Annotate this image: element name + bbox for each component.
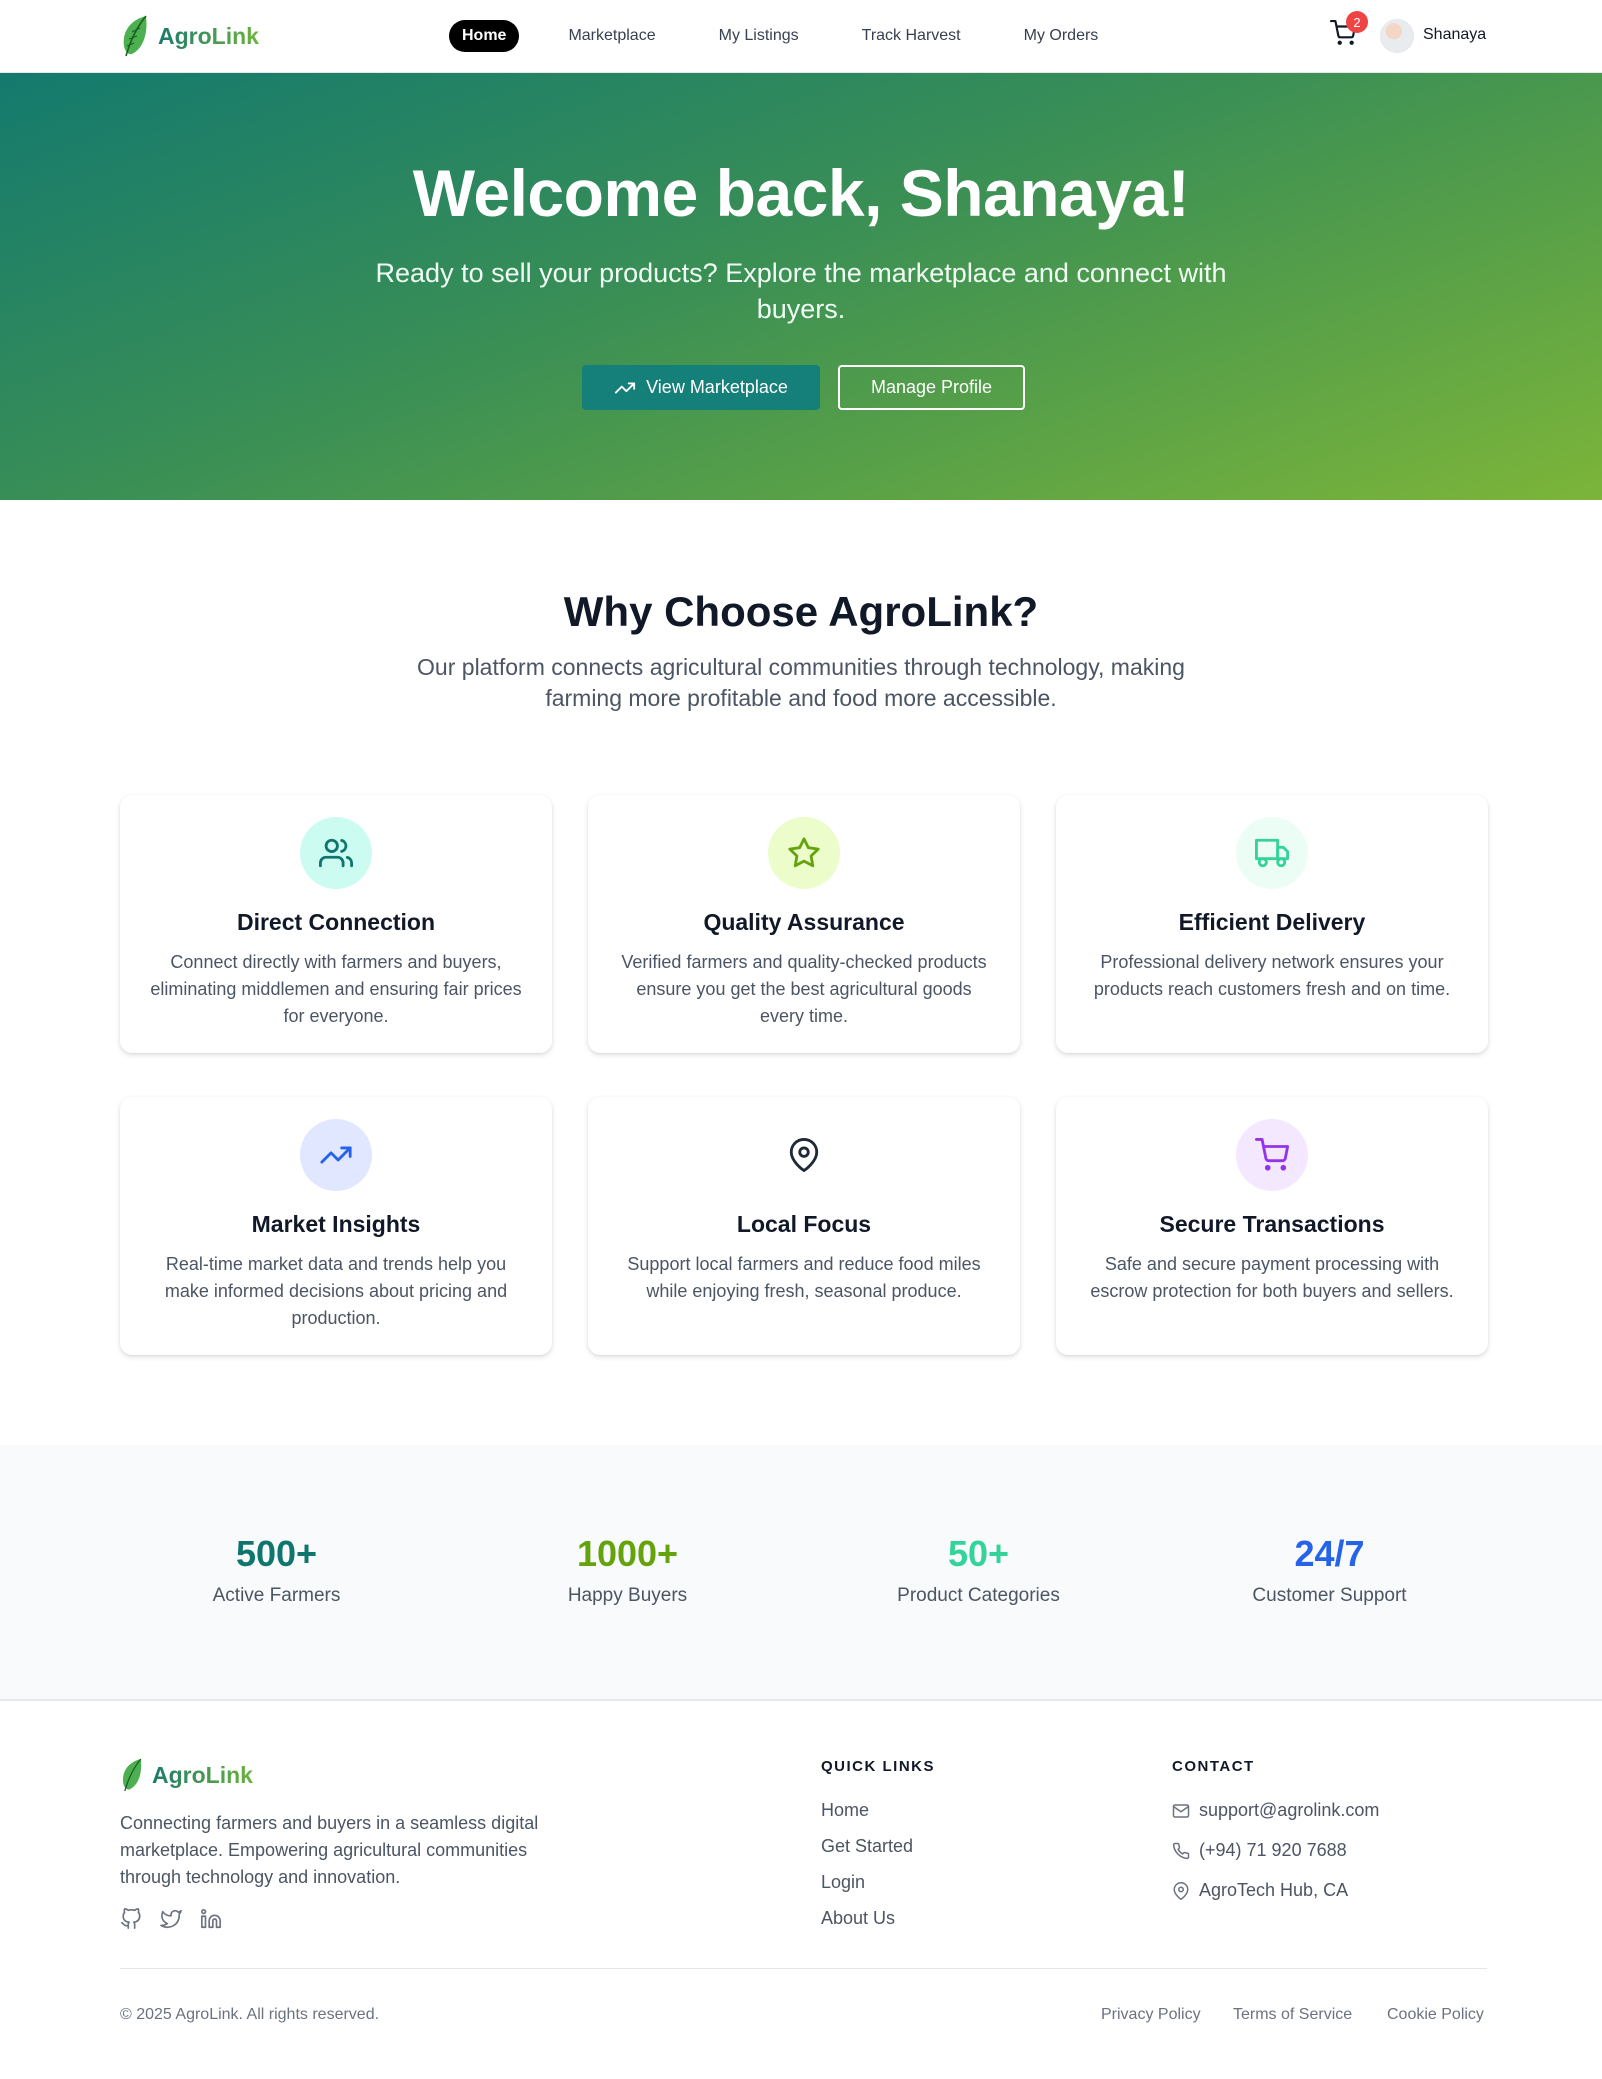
nav-track-harvest[interactable]: Track Harvest — [849, 20, 974, 52]
contact-phone[interactable]: (+94) 71 920 7688 — [1172, 1840, 1347, 1861]
phone-icon — [1172, 1842, 1190, 1859]
stat-label: Happy Buyers — [567, 1585, 688, 1606]
star-icon — [788, 837, 820, 868]
trending-up-icon — [320, 1146, 352, 1164]
footer-link-login[interactable]: Login — [821, 1872, 865, 1893]
trending-up-icon — [615, 382, 636, 393]
feature-description: Connect directly with farmers and buyers… — [150, 952, 522, 1026]
stat-value: 500+ — [235, 1533, 318, 1574]
stat-label: Active Farmers — [212, 1585, 341, 1606]
stat-value: 24/7 — [1294, 1533, 1365, 1574]
stat-value: 50+ — [947, 1533, 1010, 1574]
twitter-icon[interactable] — [160, 1908, 182, 1930]
footer-link-get-started[interactable]: Get Started — [821, 1836, 913, 1857]
feature-title: Market Insights — [251, 1211, 421, 1237]
why-section-title: Why Choose AgroLink? — [563, 588, 1039, 635]
github-icon[interactable] — [120, 1908, 142, 1930]
feature-title: Local Focus — [736, 1211, 872, 1237]
feature-card-direct-connection: Direct Connection Connect directly with … — [120, 795, 552, 1053]
social-links — [120, 1908, 222, 1930]
feature-title: Quality Assurance — [703, 909, 905, 935]
feature-card-local-focus: Local Focus Support local farmers and re… — [588, 1097, 1020, 1355]
leaf-icon — [123, 15, 147, 57]
truck-icon — [1255, 838, 1289, 868]
manage-profile-button[interactable]: Manage Profile — [838, 365, 1025, 410]
contact-phone-text: (+94) 71 920 7688 — [1199, 1840, 1347, 1860]
brand-name: AgroLink — [158, 22, 259, 49]
footer-link-home[interactable]: Home — [821, 1800, 869, 1821]
feature-icon-wrap — [1236, 1119, 1308, 1191]
top-navbar: AgroLink Home Marketplace My Listings Tr… — [0, 0, 1602, 73]
map-pin-icon — [1173, 1881, 1189, 1900]
view-marketplace-button[interactable]: View Marketplace — [582, 365, 820, 410]
users-icon — [319, 838, 353, 868]
privacy-policy-link[interactable]: Privacy Policy — [1101, 2006, 1201, 2024]
avatar[interactable] — [1380, 19, 1414, 53]
mail-icon — [1172, 1803, 1190, 1818]
footer-description: Connecting farmers and buyers in a seaml… — [120, 1813, 539, 1887]
nav-home[interactable]: Home — [449, 20, 520, 52]
cart-button[interactable]: 2 — [1330, 11, 1368, 48]
quick-links-title: QUICK LINKS — [821, 1758, 935, 1775]
contact-address-text: AgroTech Hub, CA — [1199, 1880, 1349, 1900]
contact-email-text: support@agrolink.com — [1199, 1800, 1380, 1820]
feature-description: Safe and secure payment processing with … — [1090, 1254, 1454, 1301]
nav-my-listings[interactable]: My Listings — [706, 20, 812, 52]
cart-count-badge: 2 — [1346, 11, 1368, 33]
feature-icon-wrap — [300, 817, 372, 889]
contact-address: AgroTech Hub, CA — [1172, 1880, 1348, 1901]
stat-active-farmers: 500+ Active Farmers — [101, 1533, 452, 1607]
feature-title: Secure Transactions — [1159, 1211, 1385, 1237]
brand-logo[interactable]: AgroLink — [120, 14, 259, 58]
feature-title: Efficient Delivery — [1178, 909, 1366, 935]
feature-card-market-insights: Market Insights Real-time market data an… — [120, 1097, 552, 1355]
stat-label: Product Categories — [897, 1585, 1060, 1606]
stat-label: Customer Support — [1252, 1585, 1407, 1606]
contact-title: CONTACT — [1172, 1758, 1255, 1775]
feature-icon-wrap — [1236, 817, 1308, 889]
terms-of-service-link[interactable]: Terms of Service — [1233, 2006, 1352, 2024]
feature-card-secure-transactions: Secure Transactions Safe and secure paym… — [1056, 1097, 1488, 1355]
cookie-policy-link[interactable]: Cookie Policy — [1387, 2006, 1484, 2024]
feature-icon-wrap — [768, 817, 840, 889]
nav-marketplace[interactable]: Marketplace — [555, 20, 668, 52]
stat-customer-support: 24/7 Customer Support — [1154, 1533, 1505, 1607]
leaf-icon — [122, 1758, 142, 1792]
feature-description: Support local farmers and reduce food mi… — [627, 1254, 981, 1301]
shopping-cart-icon — [1255, 1138, 1289, 1171]
footer-divider — [120, 1968, 1487, 1969]
stats-section: 500+ Active Farmers 1000+ Happy Buyers 5… — [0, 1445, 1602, 1701]
hero-title: Welcome back, Shanaya! — [412, 156, 1190, 230]
feature-card-efficient-delivery: Efficient Delivery Professional delivery… — [1056, 795, 1488, 1053]
feature-title: Direct Connection — [236, 909, 436, 935]
nav-my-orders[interactable]: My Orders — [1011, 20, 1112, 52]
footer-link-about-us[interactable]: About Us — [821, 1908, 895, 1929]
view-marketplace-label: View Marketplace — [646, 377, 788, 397]
why-section-subtitle: Our platform connects agricultural commu… — [417, 654, 1185, 711]
feature-description: Verified farmers and quality-checked pro… — [621, 952, 987, 1026]
feature-description: Real-time market data and trends help yo… — [164, 1254, 508, 1328]
footer-brand-name: AgroLink — [152, 1761, 253, 1788]
main-nav: Home Marketplace My Listings Track Harve… — [449, 20, 1148, 52]
user-name[interactable]: Shanaya — [1423, 26, 1486, 44]
stat-value: 1000+ — [576, 1533, 679, 1574]
map-pin-icon — [789, 1138, 819, 1172]
stat-product-categories: 50+ Product Categories — [803, 1533, 1154, 1607]
contact-email[interactable]: support@agrolink.com — [1172, 1800, 1379, 1821]
feature-card-quality-assurance: Quality Assurance Verified farmers and q… — [588, 795, 1020, 1053]
hero-subtitle: Ready to sell your products? Explore the… — [375, 258, 1227, 324]
feature-icon-wrap — [768, 1119, 840, 1191]
copyright-text: © 2025 AgroLink. All rights reserved. — [120, 2006, 380, 2023]
footer-logo[interactable]: AgroLink — [120, 1757, 253, 1793]
stat-happy-buyers: 1000+ Happy Buyers — [452, 1533, 803, 1607]
feature-description: Professional delivery network ensures yo… — [1093, 952, 1451, 999]
feature-icon-wrap — [300, 1119, 372, 1191]
linkedin-icon[interactable] — [200, 1908, 222, 1930]
hero-section: Welcome back, Shanaya! Ready to sell you… — [0, 73, 1602, 500]
